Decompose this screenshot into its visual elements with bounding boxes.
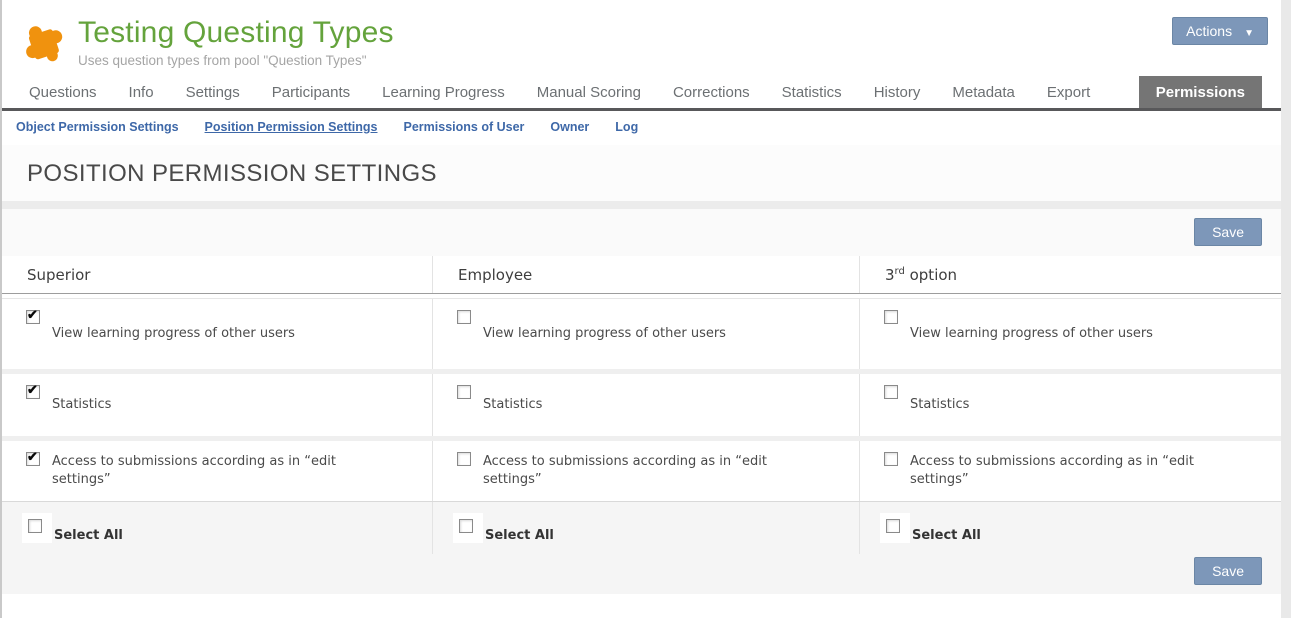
save-button-bottom[interactable]: Save [1194,557,1262,585]
cell-3rd-access-submissions: ✔ Access to submissions according as in … [859,441,1281,501]
permission-label: View learning progress of other users [52,325,295,343]
column-header-text: Superior [27,266,90,284]
select-all-label: Select All [912,520,981,543]
permission-label: Statistics [52,396,111,414]
check-icon: ✔ [27,308,38,321]
select-all-checkbox-frame: ✔ [880,513,910,543]
cell-employee-view-progress: ✔ View learning progress of other users [432,299,859,369]
chevron-down-icon: ▼ [1244,28,1254,39]
select-all-checkbox-frame: ✔ [22,513,52,543]
object-title: Testing Questing Types [78,16,394,50]
title-block: Testing Questing Types Uses question typ… [78,16,394,68]
cell-3rd-select-all: ✔ Select All [859,502,1281,554]
tab-permissions[interactable]: Permissions [1139,76,1262,108]
select-all-label: Select All [485,520,554,543]
top-toolbar: Save [2,209,1281,256]
checkbox-employee-view-progress[interactable]: ✔ [457,310,471,324]
tab-metadata[interactable]: Metadata [952,76,1015,108]
permission-row-view-learning-progress: ✔ View learning progress of other users … [2,299,1281,369]
select-all-label: Select All [54,520,123,543]
checkbox-superior-statistics[interactable]: ✔ [26,385,40,399]
tab-history[interactable]: History [874,76,921,108]
page: Testing Questing Types Uses question typ… [0,0,1281,618]
select-all-checkbox-frame: ✔ [453,513,483,543]
checkbox-employee-statistics[interactable]: ✔ [457,385,471,399]
tab-manual-scoring[interactable]: Manual Scoring [537,76,641,108]
permission-label: Access to submissions according as in “e… [52,453,382,488]
subtab-owner[interactable]: Owner [550,120,589,134]
permission-label: Access to submissions according as in “e… [483,453,813,488]
cell-employee-access-submissions: ✔ Access to submissions according as in … [432,441,859,501]
subtab-bar: Object Permission Settings Position Perm… [2,111,1281,145]
column-header-text: 3 [885,266,895,284]
cell-superior-statistics: ✔ Statistics [2,374,432,436]
tab-statistics[interactable]: Statistics [782,76,842,108]
tab-settings[interactable]: Settings [186,76,240,108]
permission-label: Access to submissions according as in “e… [910,453,1240,488]
save-button-top[interactable]: Save [1194,218,1262,246]
tab-questions[interactable]: Questions [29,76,97,108]
checkbox-3rd-select-all[interactable]: ✔ [886,519,900,533]
tab-export[interactable]: Export [1047,76,1090,108]
heading-band: POSITION PERMISSION SETTINGS [2,145,1281,201]
actions-button[interactable]: Actions ▼ [1172,17,1268,45]
tab-info[interactable]: Info [129,76,154,108]
actions-button-label: Actions [1186,23,1232,39]
subtab-log[interactable]: Log [615,120,638,134]
checkbox-employee-select-all[interactable]: ✔ [459,519,473,533]
tab-corrections[interactable]: Corrections [673,76,750,108]
checkbox-superior-view-progress[interactable]: ✔ [26,310,40,324]
column-header-text: Employee [458,266,532,284]
subtab-object-permission-settings[interactable]: Object Permission Settings [16,120,179,134]
tab-learning-progress[interactable]: Learning Progress [382,76,505,108]
subtab-permissions-of-user[interactable]: Permissions of User [404,120,525,134]
cell-superior-view-progress: ✔ View learning progress of other users [2,299,432,369]
permission-label: Statistics [910,396,969,414]
cell-employee-statistics: ✔ Statistics [432,374,859,436]
section-heading: POSITION PERMISSION SETTINGS [27,160,1281,188]
checkbox-3rd-access-submissions[interactable]: ✔ [884,452,898,466]
column-header-rest: option [905,266,957,284]
cell-3rd-statistics: ✔ Statistics [859,374,1281,436]
cell-employee-select-all: ✔ Select All [432,502,859,554]
app-header: Testing Questing Types Uses question typ… [2,0,1281,76]
select-all-row: ✔ Select All ✔ Select All ✔ Select All [2,502,1281,554]
permission-label: View learning progress of other users [910,325,1153,343]
column-header-sup: rd [895,266,905,277]
check-icon: ✔ [27,450,38,463]
tab-participants[interactable]: Participants [272,76,350,108]
band-separator [2,201,1281,209]
footer-band: ✔ Select All ✔ Select All ✔ Select All S… [2,501,1281,594]
permission-label: Statistics [483,396,542,414]
checkbox-superior-access-submissions[interactable]: ✔ [26,452,40,466]
cell-3rd-view-progress: ✔ View learning progress of other users [859,299,1281,369]
column-header-employee: Employee [432,256,859,293]
checkbox-employee-access-submissions[interactable]: ✔ [457,452,471,466]
subtab-position-permission-settings[interactable]: Position Permission Settings [205,120,378,134]
puzzle-icon [18,18,68,68]
checkbox-3rd-view-progress[interactable]: ✔ [884,310,898,324]
permission-row-statistics: ✔ Statistics ✔ Statistics ✔ Statistics [2,369,1281,436]
checkbox-superior-select-all[interactable]: ✔ [28,519,42,533]
column-header-3rd-option: 3rd option [859,256,1281,293]
cell-superior-access-submissions: ✔ Access to submissions according as in … [2,441,432,501]
bottom-save-row: Save [2,554,1281,594]
permission-row-access-submissions: ✔ Access to submissions according as in … [2,436,1281,501]
column-header-superior: Superior [2,256,432,293]
cell-superior-select-all: ✔ Select All [2,502,432,554]
object-subtitle: Uses question types from pool "Question … [78,53,394,68]
tab-bar: Questions Info Settings Participants Lea… [2,76,1281,111]
column-header-row: Superior Employee 3rd option [2,256,1281,294]
permission-label: View learning progress of other users [483,325,726,343]
checkbox-3rd-statistics[interactable]: ✔ [884,385,898,399]
check-icon: ✔ [27,383,38,396]
